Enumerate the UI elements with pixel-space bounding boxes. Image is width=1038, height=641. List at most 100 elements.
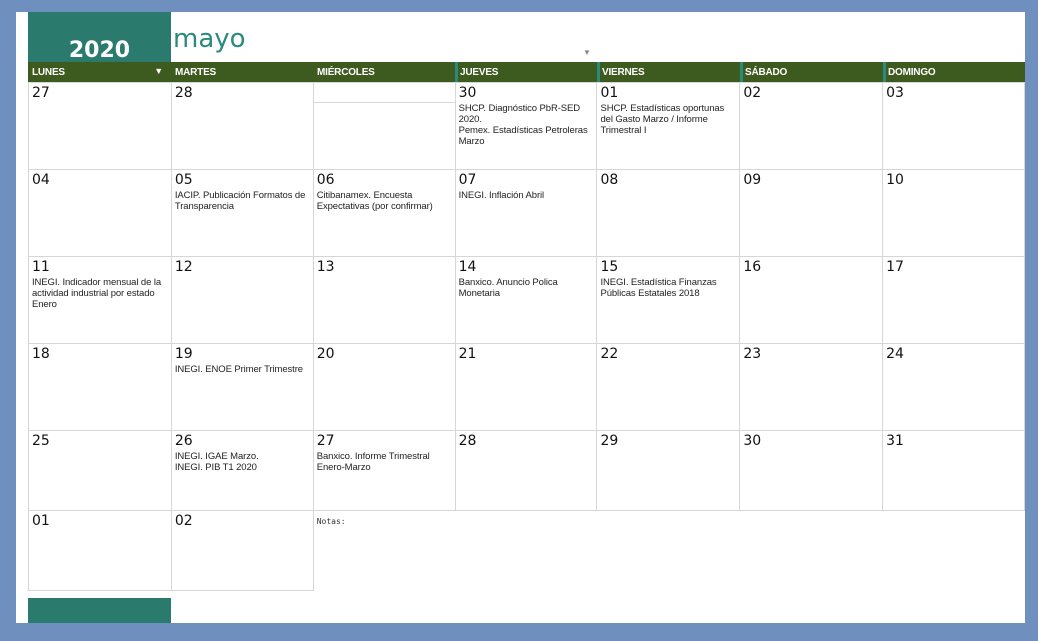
- weekday-header: LUNES ▼ MARTES MIÉRCOLES JUEVES VIERNES SÁBADO…: [28, 62, 1025, 82]
- calendar-table: 27 28 30 SHCP. Diagnóstico PbR-SED 2020. Pe…: [28, 82, 1025, 591]
- day-cell[interactable]: 02: [170, 510, 314, 591]
- day-number: 30: [743, 433, 762, 449]
- day-cell[interactable]: 24: [882, 343, 1025, 431]
- day-number: 04: [32, 172, 50, 188]
- weekday-header-cell[interactable]: MARTES: [171, 62, 313, 82]
- calendar-sheet: 2020 mayo ▼ LUNES ▼ MARTES MIÉRCOLES JUEVES V…: [16, 12, 1025, 623]
- notes-area[interactable]: Notas:: [312, 510, 597, 591]
- day-cell[interactable]: 09: [739, 169, 884, 257]
- day-number: 27: [32, 85, 50, 101]
- day-number: 03: [886, 85, 904, 101]
- day-cell[interactable]: 14 Banxico. Anuncio Polica Monetaria: [454, 256, 598, 344]
- day-cell[interactable]: [312, 82, 456, 170]
- day-cell[interactable]: 12: [170, 256, 314, 344]
- day-cell[interactable]: 03: [882, 82, 1025, 170]
- day-cell[interactable]: 17: [882, 256, 1025, 344]
- day-cell[interactable]: 20: [312, 343, 456, 431]
- weekday-label: VIERNES: [602, 67, 645, 78]
- day-number: 02: [743, 85, 762, 101]
- event-text: INEGI. Estadística Finanzas Públicas Est…: [600, 277, 717, 299]
- day-cell[interactable]: 06 Citibanamex. Encuesta Expectativas (po…: [312, 169, 456, 257]
- day-cell[interactable]: 07 INEGI. Inflación Abril: [454, 169, 598, 257]
- weekday-label: LUNES: [32, 67, 65, 78]
- day-cell[interactable]: 19 INEGI. ENOE Primer Trimestre: [170, 343, 314, 431]
- day-number: 11: [32, 259, 50, 275]
- week-row: 27 28 30 SHCP. Diagnóstico PbR-SED 2020. Pe…: [28, 82, 1025, 170]
- week-row: 11 INEGI. Indicador mensual de la activid…: [28, 256, 1025, 344]
- day-cell[interactable]: 21: [454, 343, 598, 431]
- day-number: 20: [316, 346, 335, 362]
- week-row: 25 26 INEGI. IGAE Marzo. INEGI. PIB T1 202…: [28, 430, 1025, 511]
- weekday-header-cell[interactable]: LUNES ▼: [28, 62, 171, 82]
- day-number: 15: [600, 259, 619, 275]
- day-cell[interactable]: 01 SHCP. Estadísticas oportunas del Gasto…: [596, 82, 741, 170]
- day-number: 01: [600, 85, 619, 101]
- weekday-header-cell[interactable]: SÁBADO: [740, 62, 883, 82]
- day-cell[interactable]: 10: [882, 169, 1025, 257]
- notes-label: Notas:: [316, 517, 346, 526]
- event-text: INEGI. Inflación Abril: [458, 190, 545, 201]
- caret-down-icon[interactable]: ▼: [583, 48, 591, 57]
- week-row: 18 19 INEGI. ENOE Primer Trimestre 20 21 22 23…: [28, 343, 1025, 431]
- day-number: 28: [458, 433, 477, 449]
- day-number: 17: [886, 259, 904, 275]
- event-text: SHCP. Diagnóstico PbR-SED 2020. Pemex. E…: [458, 103, 588, 147]
- day-number: 09: [743, 172, 762, 188]
- weekday-label: MARTES: [175, 67, 217, 78]
- day-cell[interactable]: 02: [739, 82, 884, 170]
- day-number: 21: [458, 346, 477, 362]
- day-number: 22: [600, 346, 619, 362]
- footer-accent-bar: [28, 598, 171, 623]
- day-number: 05: [174, 172, 193, 188]
- day-cell[interactable]: 31: [882, 430, 1025, 511]
- day-cell[interactable]: 16: [739, 256, 884, 344]
- day-number: 14: [458, 259, 477, 275]
- weekday-label: SÁBADO: [745, 67, 788, 78]
- event-text: Banxico. Informe Trimestral Enero-Marzo: [316, 451, 430, 473]
- day-number: 07: [458, 172, 477, 188]
- event-text: Citibanamex. Encuesta Expectativas (por …: [316, 190, 433, 212]
- week-row: 01 02 Notas:: [28, 510, 1025, 591]
- day-cell[interactable]: 22: [596, 343, 741, 431]
- day-number: 25: [32, 433, 50, 449]
- day-number: 28: [174, 85, 193, 101]
- weekday-header-cell[interactable]: VIERNES: [597, 62, 740, 82]
- day-cell[interactable]: 04: [28, 169, 172, 257]
- day-cell[interactable]: 26 INEGI. IGAE Marzo. INEGI. PIB T1 2020: [170, 430, 314, 511]
- event-text: IACIP. Publicación Formatos de Transpare…: [174, 190, 306, 212]
- weekday-header-cell[interactable]: MIÉRCOLES: [313, 62, 455, 82]
- day-number: 26: [174, 433, 193, 449]
- day-number: 01: [32, 513, 50, 529]
- day-cell[interactable]: 23: [739, 343, 884, 431]
- day-number: 13: [316, 259, 335, 275]
- day-number: 02: [174, 513, 193, 529]
- weekday-header-cell[interactable]: JUEVES: [455, 62, 597, 82]
- day-cell[interactable]: 13: [312, 256, 456, 344]
- month-title: mayo: [173, 24, 246, 54]
- day-cell[interactable]: 11 INEGI. Indicador mensual de la activid…: [28, 256, 172, 344]
- day-cell[interactable]: 08: [596, 169, 741, 257]
- day-number: 10: [886, 172, 904, 188]
- calendar-grid: 27 28 30 SHCP. Diagnóstico PbR-SED 2020. Pe…: [28, 82, 1025, 591]
- day-cell[interactable]: 29: [596, 430, 741, 511]
- day-cell[interactable]: 30 SHCP. Diagnóstico PbR-SED 2020. Pemex.…: [454, 82, 598, 170]
- day-cell[interactable]: 28: [170, 82, 314, 170]
- day-cell[interactable]: 28: [454, 430, 598, 511]
- day-cell[interactable]: 15 INEGI. Estadística Finanzas Públicas E…: [596, 256, 741, 344]
- day-cell[interactable]: 18: [28, 343, 172, 431]
- weekday-label: DOMINGO: [888, 67, 936, 78]
- day-cell[interactable]: 01: [28, 510, 172, 591]
- event-text: INEGI. Indicador mensual de la actividad…: [32, 277, 162, 310]
- day-cell[interactable]: 30: [739, 430, 884, 511]
- day-number: 29: [600, 433, 619, 449]
- day-cell[interactable]: 25: [28, 430, 172, 511]
- weekday-label: MIÉRCOLES: [317, 67, 375, 78]
- day-cell[interactable]: 27 Banxico. Informe Trimestral Enero-Marz…: [312, 430, 456, 511]
- weekday-header-cell[interactable]: DOMINGO: [883, 62, 1025, 82]
- day-number: 06: [316, 172, 335, 188]
- filter-dropdown-icon[interactable]: ▼: [154, 66, 163, 76]
- day-cell[interactable]: 05 IACIP. Publicación Formatos de Transpa…: [170, 169, 314, 257]
- year-badge: 2020: [28, 12, 171, 63]
- day-cell[interactable]: 27: [28, 82, 172, 170]
- day-number: 27: [316, 433, 335, 449]
